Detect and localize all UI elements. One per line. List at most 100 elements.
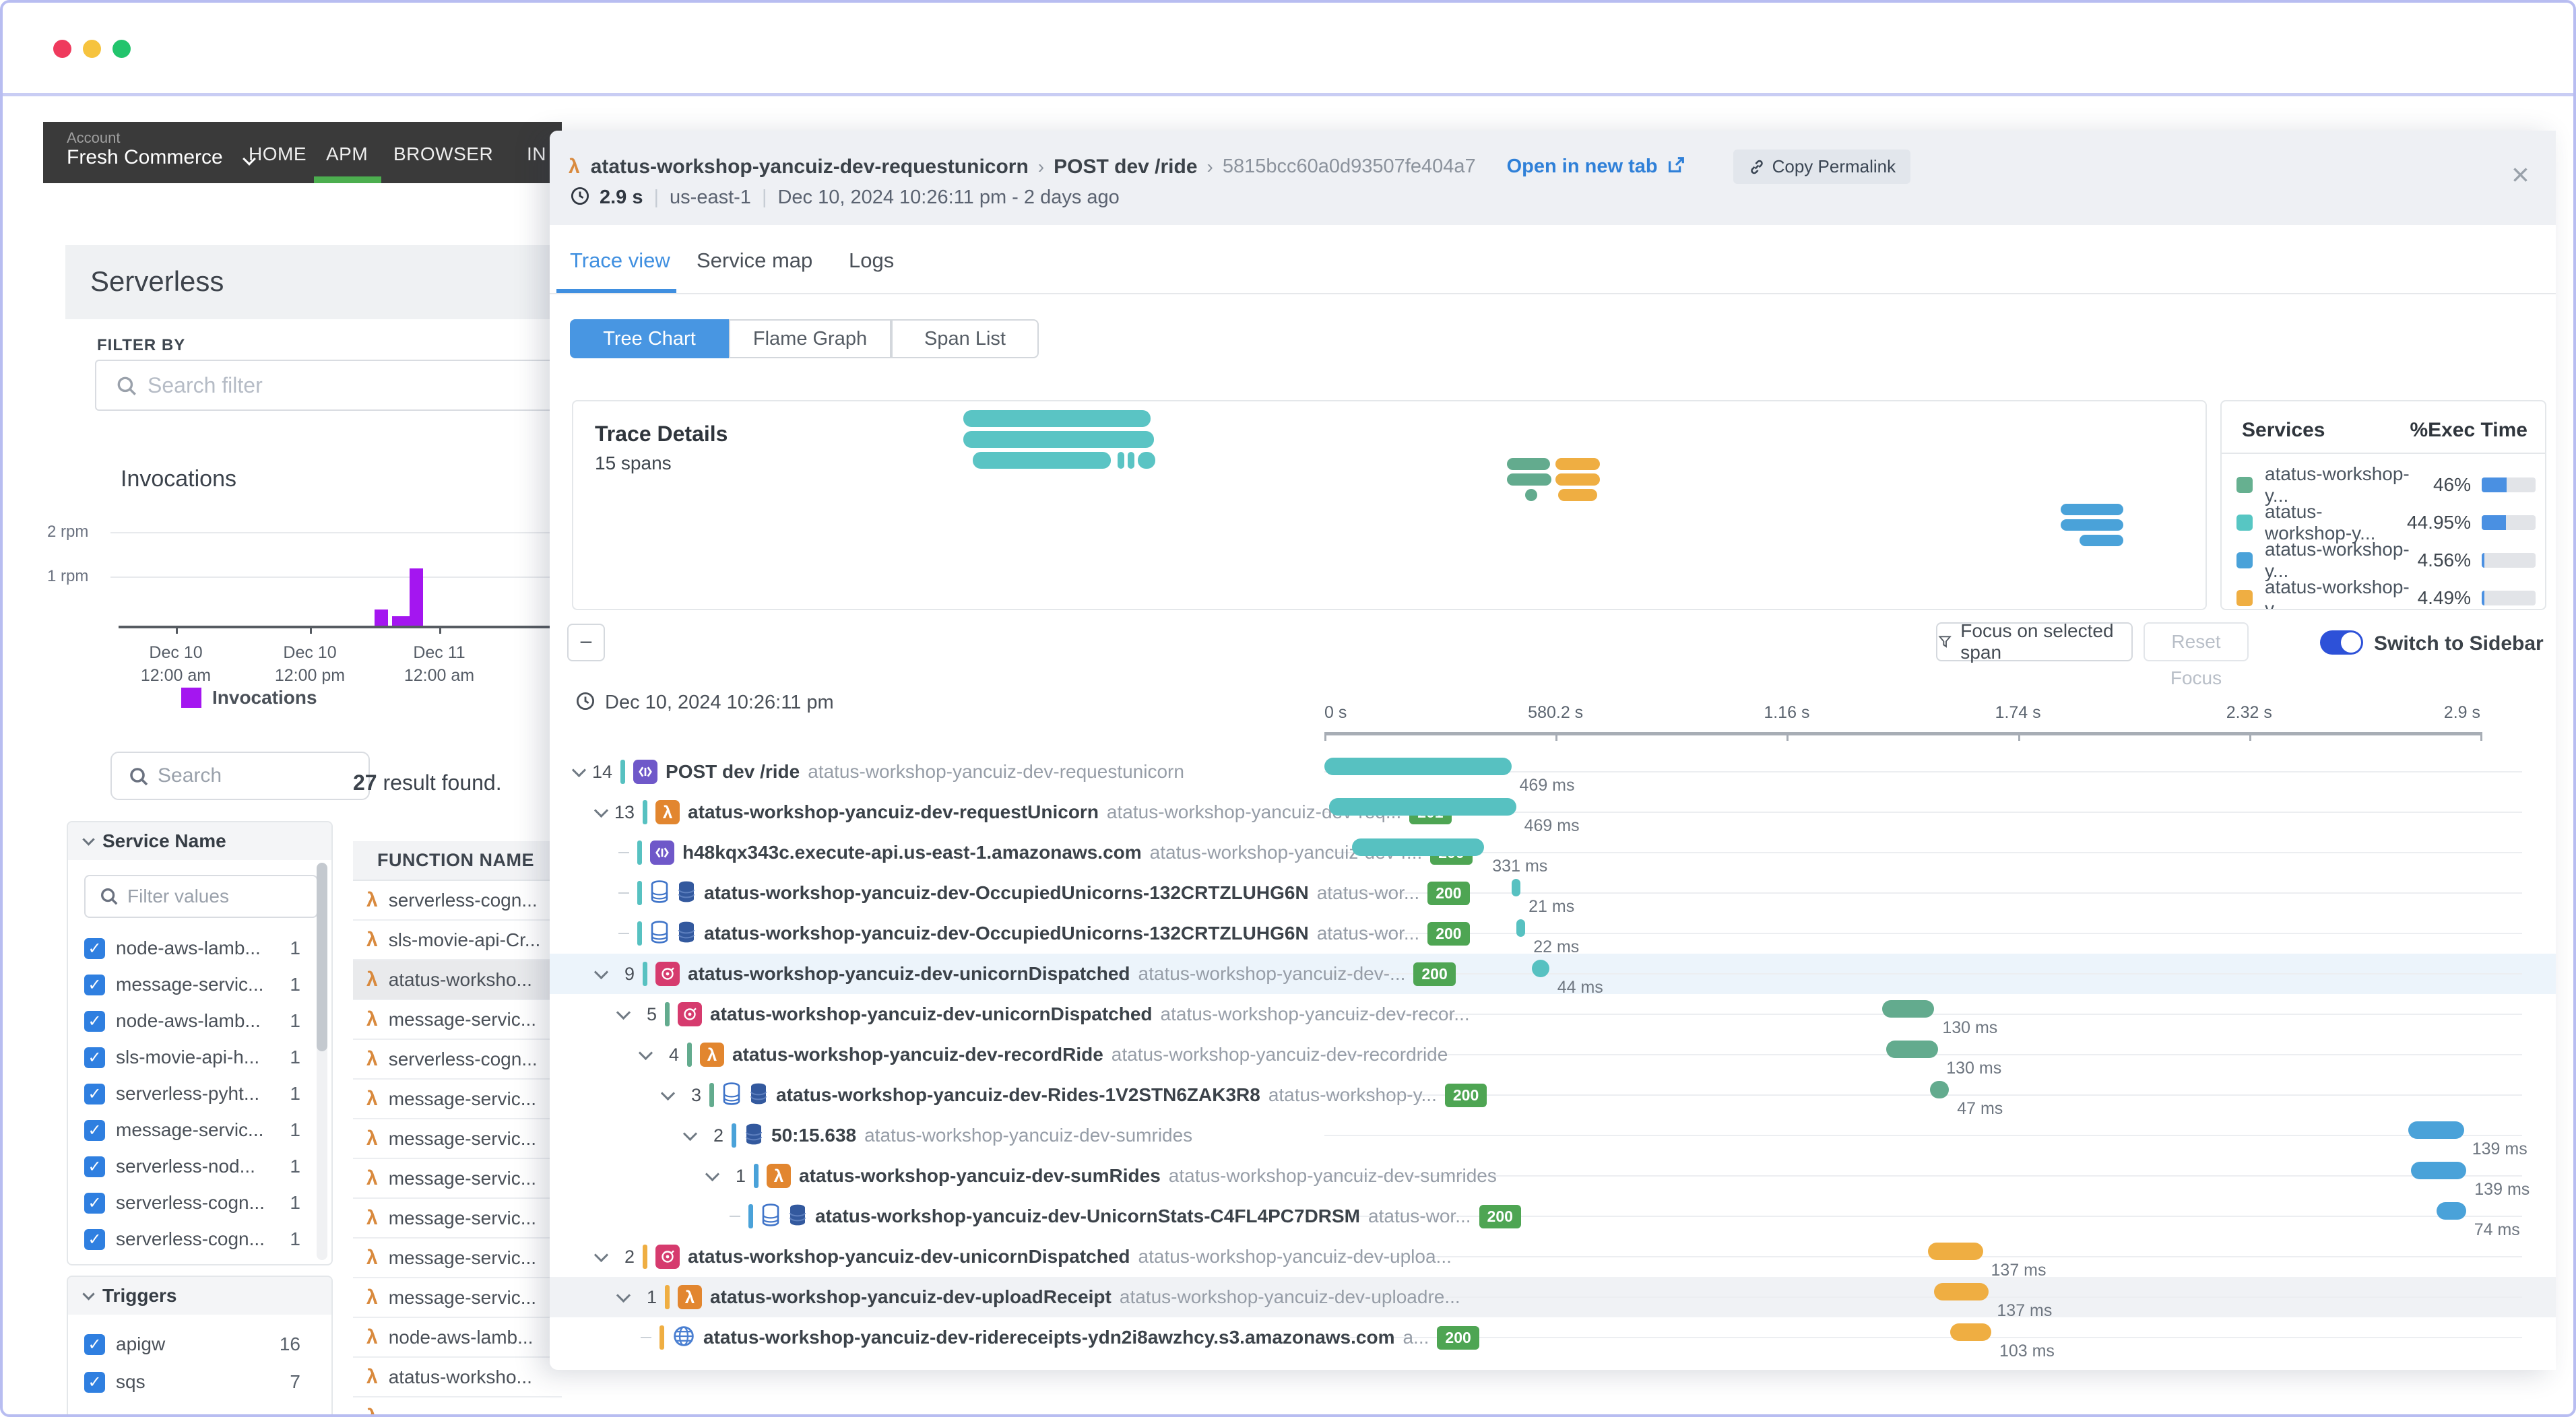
function-row[interactable]: λ message-servic... bbox=[353, 1080, 562, 1119]
checkbox-checked[interactable]: ✓ bbox=[84, 1192, 105, 1214]
span-row[interactable]: atatus-workshop-yancuiz-dev-ridereceipts… bbox=[550, 1317, 2556, 1360]
close-window-icon[interactable] bbox=[53, 40, 71, 58]
function-row[interactable]: λ message-servic... bbox=[353, 1000, 562, 1040]
span-title[interactable]: POST dev /ride bbox=[666, 761, 800, 783]
service-filter-item[interactable]: ✓ serverless-cogn... 1 bbox=[68, 1221, 331, 1257]
span-duration-bar[interactable] bbox=[1329, 798, 1516, 816]
span-title[interactable]: atatus-workshop-yancuiz-dev-sumRides bbox=[799, 1165, 1161, 1187]
account-switcher[interactable]: Fresh Commerce bbox=[67, 146, 257, 169]
span-title[interactable]: atatus-workshop-yancuiz-dev-ridereceipts… bbox=[703, 1327, 1394, 1348]
tab-trace-view[interactable]: Trace view bbox=[570, 249, 670, 273]
span-duration-bar[interactable] bbox=[1352, 838, 1485, 856]
span-row[interactable]: 2 atatus-workshop-yancuiz-dev-unicornDisp… bbox=[550, 1237, 2556, 1280]
service-filter-item[interactable]: ✓ serverless-nod... 1 bbox=[68, 1148, 331, 1185]
service-filter-item[interactable]: ✓ serverless-pyht... 1 bbox=[68, 1076, 331, 1112]
span-title[interactable]: h48kqx343c.execute-api.us-east-1.amazona… bbox=[682, 842, 1142, 863]
span-row[interactable]: 3 atatus-workshop-yancuiz-dev-Rides-1V2ST… bbox=[550, 1075, 2556, 1118]
nav-tab-in[interactable]: IN bbox=[527, 143, 546, 165]
function-row[interactable]: λ atatus-worksho... bbox=[353, 1358, 562, 1397]
checkbox-checked[interactable]: ✓ bbox=[84, 1047, 105, 1068]
chevron-down-icon[interactable] bbox=[705, 1166, 720, 1181]
checkbox-checked[interactable]: ✓ bbox=[84, 1371, 105, 1393]
span-row[interactable]: 9 atatus-workshop-yancuiz-dev-unicornDisp… bbox=[550, 954, 2556, 997]
service-filter-item[interactable]: ✓ node-aws-lamb... 1 bbox=[68, 930, 331, 966]
span-row[interactable]: 2 50:15.638 atatus-workshop-yancuiz-dev-su… bbox=[550, 1115, 2556, 1158]
span-row[interactable]: 1 λ atatus-workshop-yancuiz-dev-sumRides at… bbox=[550, 1156, 2556, 1199]
copy-permalink-button[interactable]: Copy Permalink bbox=[1733, 150, 1911, 184]
checkbox-checked[interactable]: ✓ bbox=[84, 974, 105, 995]
maximize-window-icon[interactable] bbox=[112, 40, 131, 58]
span-duration-bar[interactable] bbox=[1512, 879, 1521, 896]
checkbox-checked[interactable]: ✓ bbox=[84, 1010, 105, 1032]
view-button-flame-graph[interactable]: Flame Graph bbox=[729, 319, 891, 358]
span-title[interactable]: atatus-workshop-yancuiz-dev-UnicornStats… bbox=[815, 1206, 1360, 1227]
filter-values-input[interactable]: Filter values bbox=[84, 875, 318, 918]
checkbox-checked[interactable]: ✓ bbox=[84, 1228, 105, 1250]
function-row[interactable]: λ atatus-worksho... bbox=[353, 960, 562, 1000]
span-row[interactable]: atatus-workshop-yancuiz-dev-OccupiedUnic… bbox=[550, 873, 2556, 916]
view-button-span-list[interactable]: Span List bbox=[891, 319, 1039, 358]
external-link-icon[interactable] bbox=[1666, 155, 1686, 178]
close-icon[interactable]: × bbox=[2511, 156, 2530, 193]
chevron-down-icon[interactable] bbox=[682, 1126, 698, 1141]
checkbox-checked[interactable]: ✓ bbox=[84, 1119, 105, 1141]
span-title[interactable]: atatus-workshop-yancuiz-dev-uploadReceip… bbox=[710, 1286, 1112, 1308]
span-duration-bar[interactable] bbox=[1928, 1243, 1983, 1260]
span-title[interactable]: atatus-workshop-yancuiz-dev-unicornDispa… bbox=[688, 963, 1130, 985]
chevron-down-icon[interactable] bbox=[571, 762, 587, 777]
span-row[interactable]: atatus-workshop-yancuiz-dev-OccupiedUnic… bbox=[550, 913, 2556, 956]
span-duration-bar[interactable] bbox=[1934, 1283, 1989, 1300]
span-duration-bar[interactable] bbox=[1882, 1000, 1935, 1018]
function-row[interactable]: λ node-aws-lamb... bbox=[353, 1318, 562, 1358]
service-filter-item[interactable]: ✓ sls-movie-api-h... 1 bbox=[68, 1039, 331, 1076]
service-filter-item[interactable]: ✓ message-servic... 1 bbox=[68, 1112, 331, 1148]
function-row[interactable]: λ message-servic... bbox=[353, 1159, 562, 1199]
function-row[interactable]: λ message-servic... bbox=[353, 1199, 562, 1239]
search-input[interactable]: Search bbox=[110, 752, 370, 800]
checkbox-checked[interactable]: ✓ bbox=[84, 1333, 105, 1355]
service-legend-row[interactable]: atatus-workshop-y... 4.56% bbox=[2236, 539, 2536, 582]
span-row[interactable]: h48kqx343c.execute-api.us-east-1.amazona… bbox=[550, 832, 2556, 876]
function-row[interactable]: λ message-servic... bbox=[353, 1239, 562, 1278]
span-duration-bar[interactable] bbox=[2408, 1121, 2464, 1139]
span-title[interactable]: atatus-workshop-yancuiz-dev-recordRide bbox=[732, 1044, 1103, 1065]
function-row[interactable]: λ serverless-cogn... bbox=[353, 881, 562, 921]
function-row[interactable]: λ message-servic... bbox=[353, 1278, 562, 1318]
tab-logs[interactable]: Logs bbox=[849, 249, 894, 273]
span-title[interactable]: atatus-workshop-yancuiz-dev-OccupiedUnic… bbox=[704, 882, 1309, 904]
service-legend-row[interactable]: atatus-workshop-y... 44.95% bbox=[2236, 501, 2536, 544]
chevron-down-icon[interactable] bbox=[593, 964, 609, 979]
breadcrumb-service[interactable]: atatus-workshop-yancuiz-dev-requestunico… bbox=[591, 156, 1029, 178]
breadcrumb-route[interactable]: POST dev /ride bbox=[1054, 156, 1197, 178]
span-title[interactable]: atatus-workshop-yancuiz-dev-OccupiedUnic… bbox=[704, 923, 1309, 944]
service-legend-row[interactable]: atatus-workshop-y... 4.49% bbox=[2236, 576, 2536, 609]
chevron-down-icon[interactable] bbox=[593, 803, 609, 818]
function-row[interactable]: λ serverless-cogn... bbox=[353, 1040, 562, 1080]
span-duration-bar[interactable] bbox=[1950, 1323, 1991, 1341]
chevron-down-icon[interactable] bbox=[660, 1086, 676, 1100]
service-filter-item[interactable]: ✓ node-aws-lamb... 1 bbox=[68, 1003, 331, 1039]
span-row[interactable]: 1 λ atatus-workshop-yancuiz-dev-uploadRece… bbox=[550, 1277, 2556, 1320]
span-row[interactable]: 13 λ atatus-workshop-yancuiz-dev-requestUn… bbox=[550, 792, 2556, 835]
span-title[interactable]: atatus-workshop-yancuiz-dev-Rides-1V2STN… bbox=[776, 1084, 1260, 1106]
nav-tab-browser[interactable]: BROWSER bbox=[393, 143, 493, 165]
trigger-item[interactable]: ✓ sqs 7 bbox=[68, 1363, 331, 1401]
checkbox-checked[interactable]: ✓ bbox=[84, 1265, 105, 1266]
service-filter-item[interactable]: ✓ message-servic... 1 bbox=[68, 966, 331, 1003]
function-row[interactable]: λ bbox=[353, 1397, 562, 1415]
service-legend-row[interactable]: atatus-workshop-y... 46% bbox=[2236, 463, 2536, 506]
triggers-header[interactable]: Triggers bbox=[68, 1277, 331, 1315]
chevron-down-icon[interactable] bbox=[616, 1005, 631, 1020]
checkbox-checked[interactable]: ✓ bbox=[84, 937, 105, 959]
span-row[interactable]: atatus-workshop-yancuiz-dev-UnicornStats… bbox=[550, 1196, 2556, 1239]
span-duration-bar[interactable] bbox=[1516, 919, 1526, 937]
search-filter-input[interactable]: Search filter bbox=[95, 360, 562, 411]
scrollbar-thumb[interactable] bbox=[317, 863, 327, 1051]
span-title[interactable]: atatus-workshop-yancuiz-dev-unicornDispa… bbox=[710, 1003, 1153, 1025]
span-duration-bar[interactable] bbox=[1324, 758, 1512, 775]
view-button-tree-chart[interactable]: Tree Chart bbox=[570, 319, 729, 358]
reset-focus-button[interactable]: Reset Focus bbox=[2144, 622, 2249, 688]
collapse-all-button[interactable]: − bbox=[567, 624, 605, 661]
switch-to-sidebar-toggle[interactable] bbox=[2320, 630, 2363, 655]
span-duration-bar[interactable] bbox=[2436, 1202, 2466, 1220]
